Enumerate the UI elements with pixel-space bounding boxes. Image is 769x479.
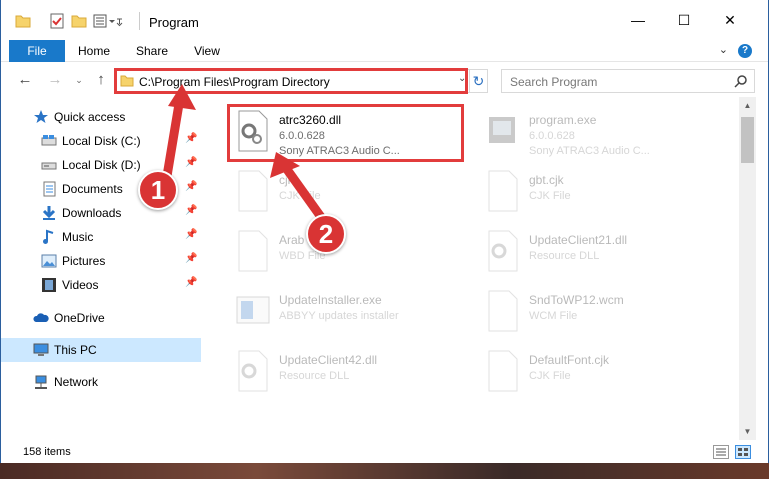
annotation-arrows: [161, 84, 330, 227]
annotation-badge-2: 2: [306, 214, 346, 254]
arrow-1-head: [168, 84, 196, 110]
arrow-1-shaft: [161, 97, 185, 183]
annotation-badge-1: 1: [138, 170, 178, 210]
